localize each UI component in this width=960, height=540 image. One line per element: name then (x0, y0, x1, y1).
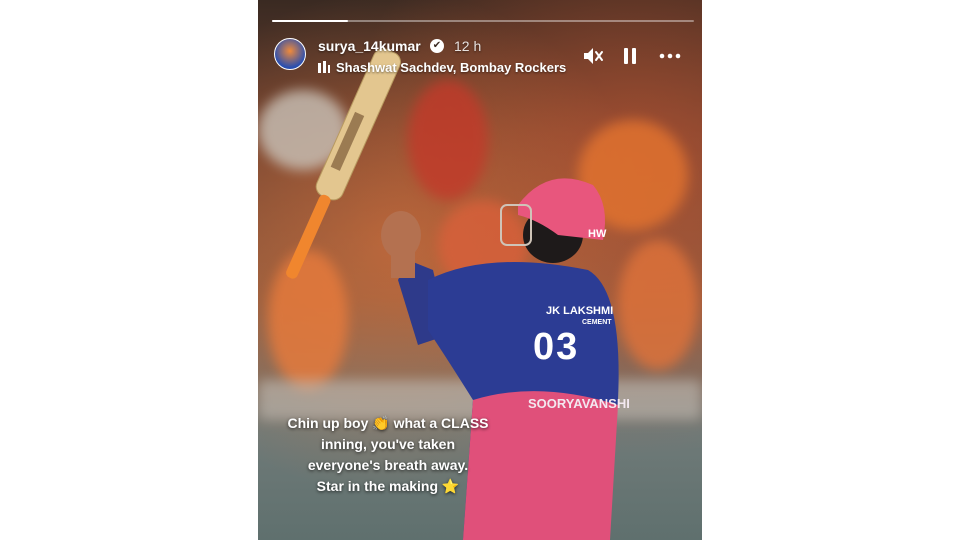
music-text: Shashwat Sachdev, Bombay Rockers (336, 60, 567, 75)
jersey-sponsor: JK LAKSHMI (546, 305, 614, 317)
story-progress-fill (272, 20, 348, 22)
more-dots-icon (659, 53, 681, 59)
jersey-number: 03 (533, 326, 580, 368)
story-music-label[interactable]: Shashwat Sachdev, Bombay Rockers (318, 60, 566, 76)
caption-line: Star in the making ⭐ (316, 478, 460, 494)
jersey-sponsor-sub: CEMENT (582, 319, 612, 326)
story-username[interactable]: surya_14kumar (318, 38, 421, 54)
story-caption: Chin up boy 👏 what a CLASS inning, you'v… (268, 413, 508, 497)
caption-line: everyone's breath away. (307, 457, 469, 473)
caption-line: inning, you've taken (320, 436, 456, 452)
story-progress-bar (272, 20, 694, 22)
helmet-logo: HW (588, 228, 607, 240)
story-timestamp: 12 h (454, 38, 482, 54)
mute-button[interactable] (580, 44, 604, 68)
pause-button[interactable] (618, 44, 642, 68)
caption-line: Chin up boy 👏 what a CLASS (287, 415, 489, 431)
pause-icon (624, 48, 636, 64)
music-bars-icon (318, 61, 330, 76)
story-viewer[interactable]: JK LAKSHMI CEMENT 03 SOORYAVANSHI HW sur… (258, 0, 702, 540)
verified-badge-icon: ✔ (430, 39, 444, 53)
more-options-button[interactable] (658, 44, 682, 68)
speaker-muted-icon (584, 48, 603, 64)
jersey-name: SOORYAVANSHI (528, 396, 630, 411)
avatar[interactable] (274, 38, 306, 70)
